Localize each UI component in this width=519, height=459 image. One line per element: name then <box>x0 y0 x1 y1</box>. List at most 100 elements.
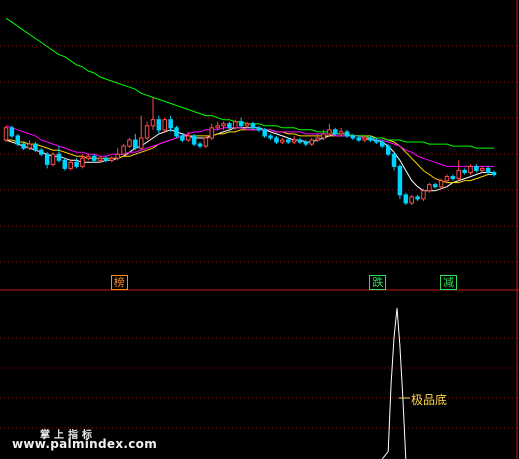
candle-body <box>9 127 15 137</box>
candle <box>344 129 350 138</box>
candle-body <box>186 135 191 141</box>
candle <box>409 194 414 205</box>
candle-body <box>3 127 9 141</box>
candle <box>86 154 91 161</box>
candle <box>62 158 68 171</box>
candle <box>415 194 420 201</box>
candle <box>109 156 115 163</box>
candle <box>238 117 244 128</box>
candle-body <box>233 121 238 129</box>
candle-body <box>138 137 144 149</box>
candle <box>450 174 456 181</box>
candle <box>191 133 197 147</box>
candle-body <box>80 157 85 167</box>
watermark-url: www.palmindex.com <box>12 437 157 451</box>
candle-body <box>86 155 91 159</box>
indicator-line <box>381 307 407 459</box>
candle-body <box>380 141 385 147</box>
candle-body <box>432 184 438 188</box>
candle-body <box>303 141 309 145</box>
candle-body <box>344 131 350 137</box>
candle <box>21 142 26 151</box>
candle <box>44 152 50 169</box>
candle-body <box>385 145 391 155</box>
indicator-label: 极品底 <box>411 393 448 407</box>
candle <box>9 125 15 138</box>
candle-body <box>21 143 26 149</box>
candle <box>309 137 314 147</box>
candle-body <box>174 127 179 137</box>
candle-body <box>338 131 344 135</box>
candle-body <box>397 165 403 196</box>
candle <box>150 97 156 130</box>
candle <box>91 154 97 163</box>
candle-body <box>468 165 473 173</box>
candle <box>474 164 479 173</box>
candle-body <box>74 161 79 167</box>
annotation-tag-3: 减 <box>439 275 457 290</box>
candle <box>127 137 132 149</box>
candle <box>297 137 303 145</box>
ma-longest-line <box>5 17 494 149</box>
candle <box>468 164 473 175</box>
annotation-tag-1: 榜 <box>110 275 128 290</box>
candle-body <box>39 149 44 155</box>
candle <box>303 140 309 147</box>
candle <box>374 137 379 145</box>
candle <box>403 192 409 205</box>
candle-body <box>244 123 250 127</box>
chart-grid <box>0 45 517 429</box>
candle-body <box>485 167 491 173</box>
candle-body <box>274 137 279 143</box>
candle <box>479 166 485 173</box>
candle-body <box>332 129 338 135</box>
candle-body <box>291 139 297 143</box>
candle <box>174 125 179 138</box>
candle <box>15 133 21 147</box>
candle-body <box>479 167 485 171</box>
candle <box>274 135 279 145</box>
moving-average-lines <box>5 17 494 192</box>
candle <box>115 148 120 161</box>
candle <box>456 160 461 181</box>
candle-body <box>33 143 38 151</box>
candle-body <box>285 139 291 143</box>
candle <box>350 133 356 140</box>
candle-body <box>309 139 314 145</box>
candle-body <box>268 135 273 139</box>
candlestick-series <box>3 97 497 205</box>
candle-body <box>62 159 68 169</box>
candle-body <box>27 143 32 149</box>
candle-body <box>203 137 209 147</box>
candle <box>162 117 168 132</box>
candle-body <box>491 171 497 176</box>
annotation-tag-2: 跌 <box>369 275 387 290</box>
candle-body <box>91 155 97 161</box>
candle-body <box>297 139 303 143</box>
candle-body <box>50 153 56 165</box>
candle-body <box>121 145 126 155</box>
ma-mid-line <box>6 129 494 184</box>
candle <box>121 144 126 157</box>
candle-body <box>156 119 162 131</box>
candle-body <box>362 137 367 141</box>
candle <box>291 135 297 145</box>
candle <box>491 170 497 177</box>
candle <box>432 182 438 189</box>
candle <box>280 137 285 145</box>
candle <box>250 121 256 130</box>
candle-body <box>133 139 138 149</box>
candle-body <box>103 157 109 161</box>
candle-body <box>168 119 173 129</box>
candle <box>385 144 391 157</box>
candle <box>103 156 109 163</box>
candle-body <box>44 153 50 165</box>
candle <box>168 115 173 132</box>
candle <box>215 121 220 130</box>
candle-body <box>450 176 456 180</box>
candle <box>133 133 138 151</box>
candle <box>391 152 397 171</box>
candle <box>444 174 450 183</box>
candle <box>462 168 467 175</box>
candle-body <box>127 139 132 147</box>
